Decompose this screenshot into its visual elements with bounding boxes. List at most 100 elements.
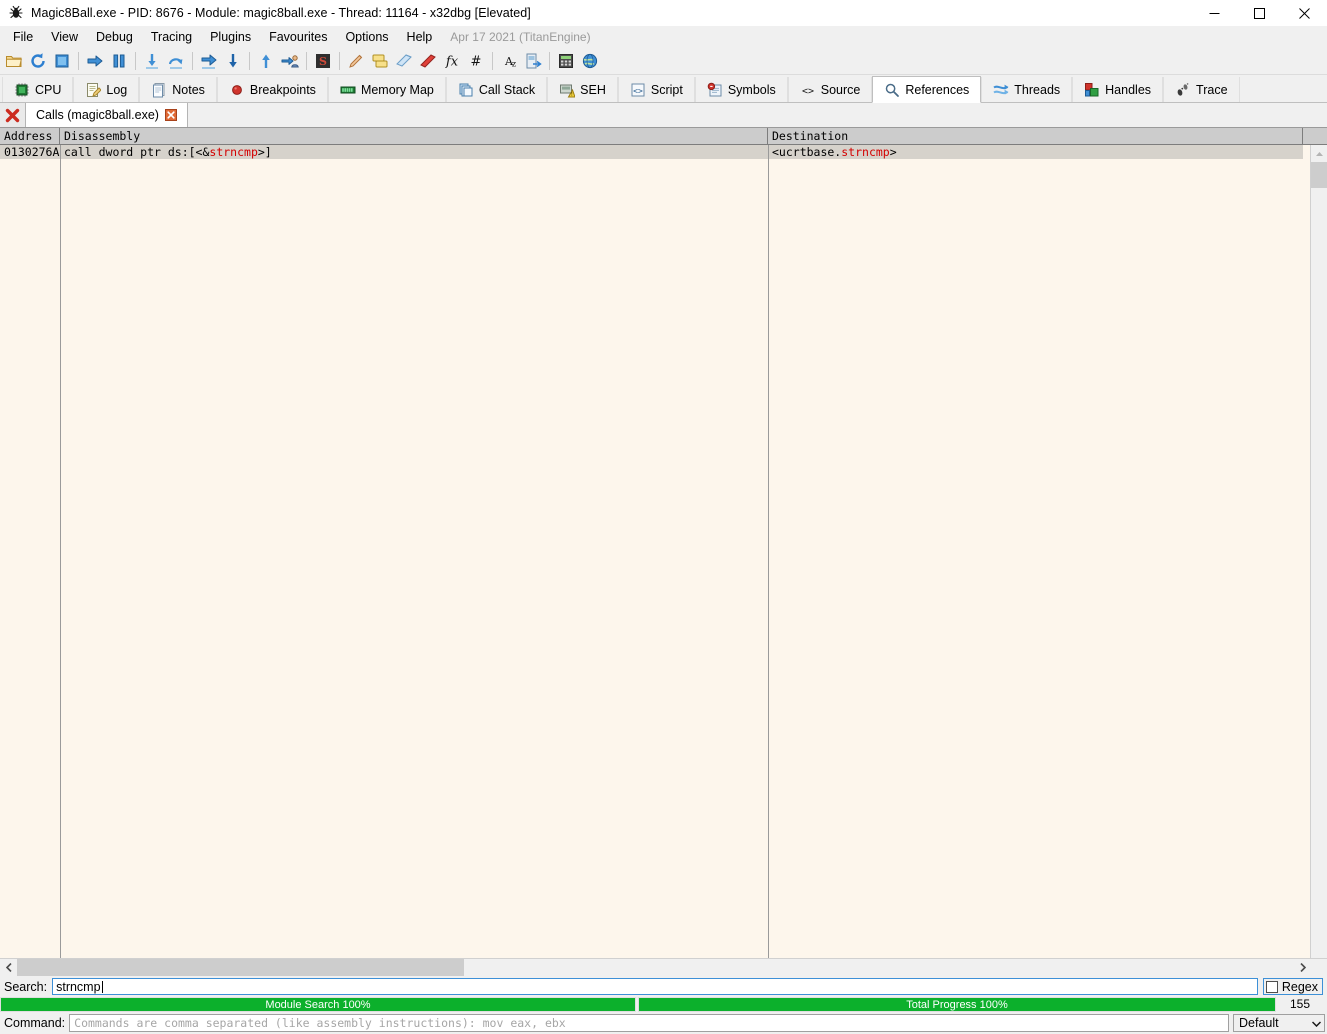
tab-symbols[interactable]: Symbols [694, 77, 788, 102]
table-header: Address Disassembly Destination [0, 128, 1327, 145]
regex-label: Regex [1281, 979, 1318, 994]
total-progress: Total Progress 100% [638, 997, 1276, 1012]
minimize-button[interactable] [1192, 0, 1237, 26]
breakpoints-icon[interactable] [392, 49, 416, 73]
close-button[interactable] [1282, 0, 1327, 26]
tab-source[interactable]: <> Source [787, 77, 873, 102]
maximize-button[interactable] [1237, 0, 1282, 26]
log-pencil-icon[interactable] [344, 49, 368, 73]
stop-icon[interactable] [50, 49, 74, 73]
sub-tab-filler [187, 103, 1327, 127]
script-icon: <> [630, 82, 646, 98]
run-to-user-code-icon[interactable] [278, 49, 302, 73]
cpu-icon [14, 82, 30, 98]
calculator-icon[interactable] [554, 49, 578, 73]
trace-icon [1175, 82, 1191, 98]
search-input[interactable]: strncmp [52, 978, 1258, 995]
notes-icon[interactable] [368, 49, 392, 73]
tab-references[interactable]: References [872, 76, 982, 103]
regex-toggle[interactable]: Regex [1262, 978, 1323, 995]
open-file-icon[interactable] [2, 49, 26, 73]
tab-call-stack[interactable]: Call Stack [445, 77, 548, 102]
svg-text:S: S [319, 55, 327, 68]
comments-icon[interactable] [521, 49, 545, 73]
scylla-icon[interactable]: S [311, 49, 335, 73]
references-icon [884, 82, 900, 98]
destination-suffix: > [889, 145, 897, 159]
command-input[interactable]: Commands are comma separated (like assem… [69, 1014, 1229, 1032]
step-over-icon[interactable] [164, 49, 188, 73]
column-divider-address[interactable] [60, 145, 61, 958]
column-header-destination[interactable]: Destination [768, 128, 1303, 144]
references-table-body[interactable]: 0130276A call dword ptr ds:[<&strncmp>] … [0, 145, 1310, 958]
menu-options[interactable]: Options [336, 27, 397, 47]
function-icon[interactable]: fx [440, 49, 464, 73]
disassembly-suffix: >] [257, 145, 272, 159]
menu-view[interactable]: View [42, 27, 87, 47]
main-tab-bar: CPU Log Notes Breakpoints Memory Map Cal… [0, 75, 1327, 103]
tab-label: Symbols [727, 82, 776, 97]
menu-file[interactable]: File [4, 27, 42, 47]
sub-tab-calls[interactable]: Calls (magic8ball.exe) [26, 103, 188, 127]
tab-seh[interactable]: ! SEH [547, 77, 618, 102]
globe-icon[interactable] [578, 49, 602, 73]
run-icon[interactable] [83, 49, 107, 73]
scroll-left-icon[interactable] [0, 959, 17, 976]
horizontal-scrollbar[interactable] [0, 958, 1327, 976]
toolbar: S fx # Az [0, 48, 1327, 75]
tab-threads[interactable]: Threads [981, 77, 1073, 102]
tab-trace[interactable]: Trace [1163, 77, 1240, 102]
patches-icon[interactable]: Az [497, 49, 521, 73]
references-table-region: 0130276A call dword ptr ds:[<&strncmp>] … [0, 145, 1327, 958]
tab-label: References [905, 82, 970, 97]
step-out-icon[interactable] [197, 49, 221, 73]
scroll-right-icon[interactable] [1294, 959, 1311, 976]
menu-bar: File View Debug Tracing Plugins Favourit… [0, 26, 1327, 48]
regex-checkbox[interactable] [1265, 980, 1278, 993]
tab-label: Source [820, 82, 861, 97]
step-into-icon[interactable] [140, 49, 164, 73]
memory-map-icon[interactable] [416, 49, 440, 73]
scroll-up-icon[interactable] [1311, 145, 1327, 162]
search-label: Search: [4, 979, 48, 994]
restart-icon[interactable] [26, 49, 50, 73]
menu-favourites[interactable]: Favourites [260, 27, 336, 47]
menu-help[interactable]: Help [398, 27, 442, 47]
tab-log[interactable]: Log [73, 77, 140, 102]
tab-notes[interactable]: Notes [139, 77, 217, 102]
vertical-scroll-track[interactable] [1311, 188, 1327, 958]
disassembly-prefix: call dword ptr ds:[<& [64, 145, 210, 159]
command-profile-value: Default [1239, 1016, 1279, 1030]
pause-icon[interactable] [107, 49, 131, 73]
menu-plugins[interactable]: Plugins [201, 27, 260, 47]
step-up-icon[interactable] [254, 49, 278, 73]
call-stack-icon [458, 82, 474, 98]
menu-debug[interactable]: Debug [87, 27, 142, 47]
tab-breakpoints[interactable]: Breakpoints [216, 77, 328, 102]
column-divider-disassembly[interactable] [768, 145, 769, 958]
horizontal-scroll-track[interactable] [17, 959, 1294, 976]
tab-label: Notes [172, 82, 205, 97]
tab-cpu[interactable]: CPU [2, 77, 74, 102]
table-row[interactable]: 0130276A call dword ptr ds:[<&strncmp>] … [0, 145, 1310, 159]
search-bar: Search: strncmp Regex [0, 976, 1327, 997]
tab-script[interactable]: <> Script [617, 77, 695, 102]
menu-tracing[interactable]: Tracing [142, 27, 201, 47]
search-input-value: strncmp [56, 979, 101, 994]
command-profile-select[interactable]: Default [1233, 1014, 1325, 1032]
run-to-selection-icon[interactable] [221, 49, 245, 73]
window-controls [1192, 0, 1327, 26]
seh-icon: ! [559, 82, 576, 98]
column-header-address[interactable]: Address [0, 128, 60, 144]
tab-memory-map[interactable]: Memory Map [327, 77, 446, 102]
vertical-scroll-thumb[interactable] [1311, 162, 1327, 188]
vertical-scrollbar[interactable] [1310, 145, 1327, 958]
svg-text:fx: fx [445, 55, 459, 70]
tab-handles[interactable]: Handles [1072, 77, 1164, 102]
close-all-icon[interactable] [0, 103, 26, 127]
close-tab-icon[interactable] [164, 109, 177, 121]
horizontal-scroll-thumb[interactable] [17, 959, 464, 976]
column-header-disassembly[interactable]: Disassembly [60, 128, 768, 144]
hash-icon[interactable]: # [464, 49, 488, 73]
toolbar-separator [339, 52, 340, 70]
